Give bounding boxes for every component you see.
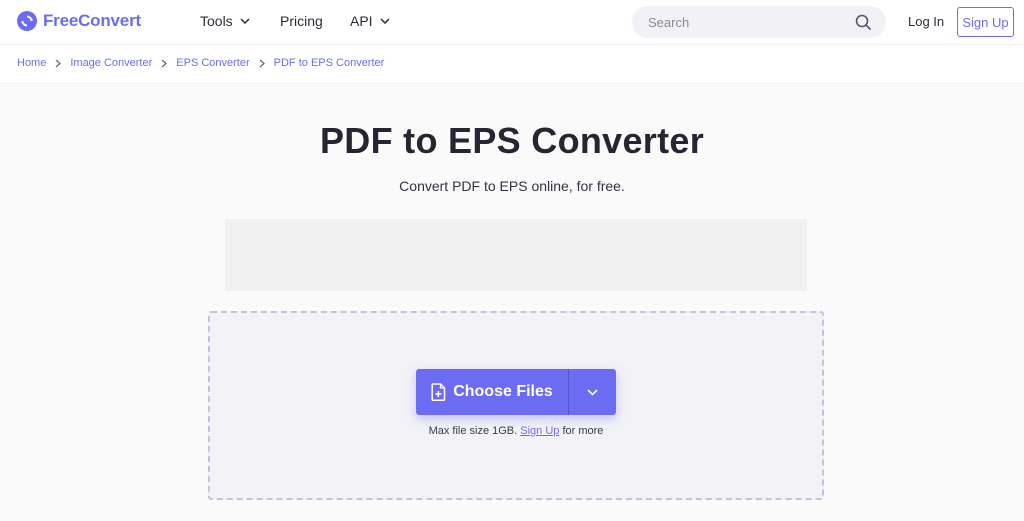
nav-tools-label: Tools — [200, 13, 233, 29]
logo-icon — [17, 11, 37, 31]
search-input[interactable] — [646, 13, 840, 31]
breadcrumb-bar: Home Image Converter EPS Converter PDF t… — [0, 45, 1024, 84]
breadcrumb-image-converter[interactable]: Image Converter — [70, 57, 152, 69]
nav-api[interactable]: API — [350, 13, 390, 29]
chevron-down-icon — [240, 18, 250, 24]
chevron-right-icon — [55, 59, 62, 68]
breadcrumb-home[interactable]: Home — [17, 57, 46, 69]
chevron-down-icon — [380, 18, 390, 24]
page-subtitle: Convert PDF to EPS online, for free. — [399, 178, 625, 194]
brand-logo[interactable]: FreeConvert — [17, 11, 141, 31]
upload-source-dropdown[interactable] — [569, 369, 616, 415]
ad-placeholder — [225, 219, 807, 291]
choose-files-button[interactable]: Choose Files — [416, 369, 568, 415]
chevron-right-icon — [259, 59, 265, 68]
nav-pricing-label: Pricing — [280, 13, 323, 29]
login-link[interactable]: Log In — [908, 14, 944, 29]
upload-note-suffix: for more — [562, 425, 604, 437]
search-icon[interactable] — [855, 14, 872, 31]
nav-tools[interactable]: Tools — [200, 13, 250, 29]
upload-note-prefix: Max file size 1GB. — [428, 425, 518, 437]
file-add-icon — [431, 383, 446, 401]
chevron-right-icon — [161, 59, 168, 68]
chevron-down-icon — [587, 388, 598, 396]
choose-files-group: Choose Files — [416, 369, 616, 415]
nav-api-label: API — [350, 13, 373, 29]
page-title: PDF to EPS Converter — [319, 120, 705, 161]
breadcrumb-eps-converter[interactable]: EPS Converter — [176, 57, 249, 69]
choose-files-label: Choose Files — [453, 383, 553, 400]
signup-button[interactable]: Sign Up — [957, 7, 1014, 37]
top-header: FreeConvert Tools Pricing API Log In Sig… — [0, 0, 1024, 45]
breadcrumb-current[interactable]: PDF to EPS Converter — [274, 57, 385, 69]
upload-signup-link[interactable]: Sign Up — [520, 425, 559, 437]
nav-pricing[interactable]: Pricing — [280, 13, 323, 29]
brand-name: FreeConvert — [43, 11, 141, 30]
upload-limit-note: Max file size 1GB. Sign Up for more — [0, 425, 1024, 437]
breadcrumb: Home Image Converter EPS Converter PDF t… — [17, 57, 384, 69]
search-box[interactable] — [632, 6, 886, 38]
